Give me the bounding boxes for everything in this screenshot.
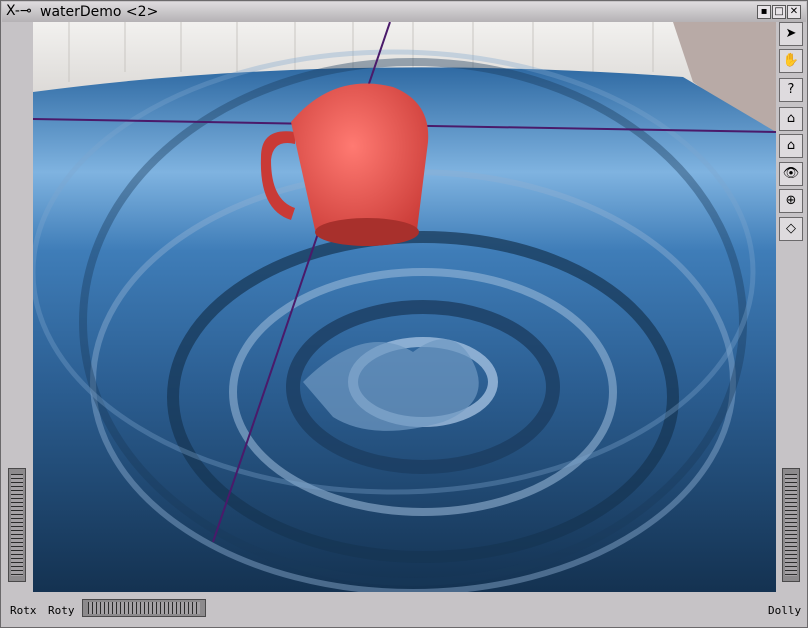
dolly-thumbwheel-grip	[785, 474, 797, 576]
rotx-label: Rotx	[10, 604, 37, 617]
dolly-label: Dolly	[768, 604, 802, 617]
view-hand-icon[interactable]: ✋	[779, 49, 803, 73]
maximize-button[interactable]: □	[772, 5, 786, 19]
dolly-thumbwheel[interactable]	[782, 468, 800, 582]
roty-thumbwheel-grip	[88, 602, 200, 614]
rotx-thumbwheel-grip	[11, 474, 23, 576]
window-menu-icon[interactable]: X-⊸	[6, 3, 32, 19]
bottom-bar: Rotx Roty Dolly	[2, 592, 806, 626]
scene	[33, 22, 776, 592]
left-panel	[2, 22, 33, 592]
select-arrow-icon[interactable]: ➤	[779, 22, 803, 46]
iconify-button[interactable]: ▪	[757, 5, 771, 19]
home-icon[interactable]: ⌂	[779, 107, 803, 131]
set-home-icon[interactable]: ⌂	[779, 134, 803, 158]
view-all-icon[interactable]: 👁	[779, 162, 803, 186]
3d-viewport[interactable]	[33, 22, 776, 592]
perspective-icon[interactable]: ◇	[779, 217, 803, 241]
title-bar[interactable]: X-⊸ waterDemo <2> ▪ □ ✕	[2, 2, 806, 23]
seek-icon[interactable]: ⊕	[779, 189, 803, 213]
viewer-window: X-⊸ waterDemo <2> ▪ □ ✕ ➤ ✋ ? ⌂ ⌂ 👁 ⊕ ◇ …	[0, 0, 808, 628]
rotx-thumbwheel[interactable]	[8, 468, 26, 582]
help-icon[interactable]: ?	[779, 78, 803, 102]
roty-label: Roty	[48, 604, 75, 617]
roty-thumbwheel[interactable]	[82, 599, 206, 617]
right-toolbar: ➤ ✋ ? ⌂ ⌂ 👁 ⊕ ◇	[776, 22, 807, 592]
close-button[interactable]: ✕	[787, 5, 801, 19]
window-title: waterDemo <2>	[40, 4, 159, 20]
